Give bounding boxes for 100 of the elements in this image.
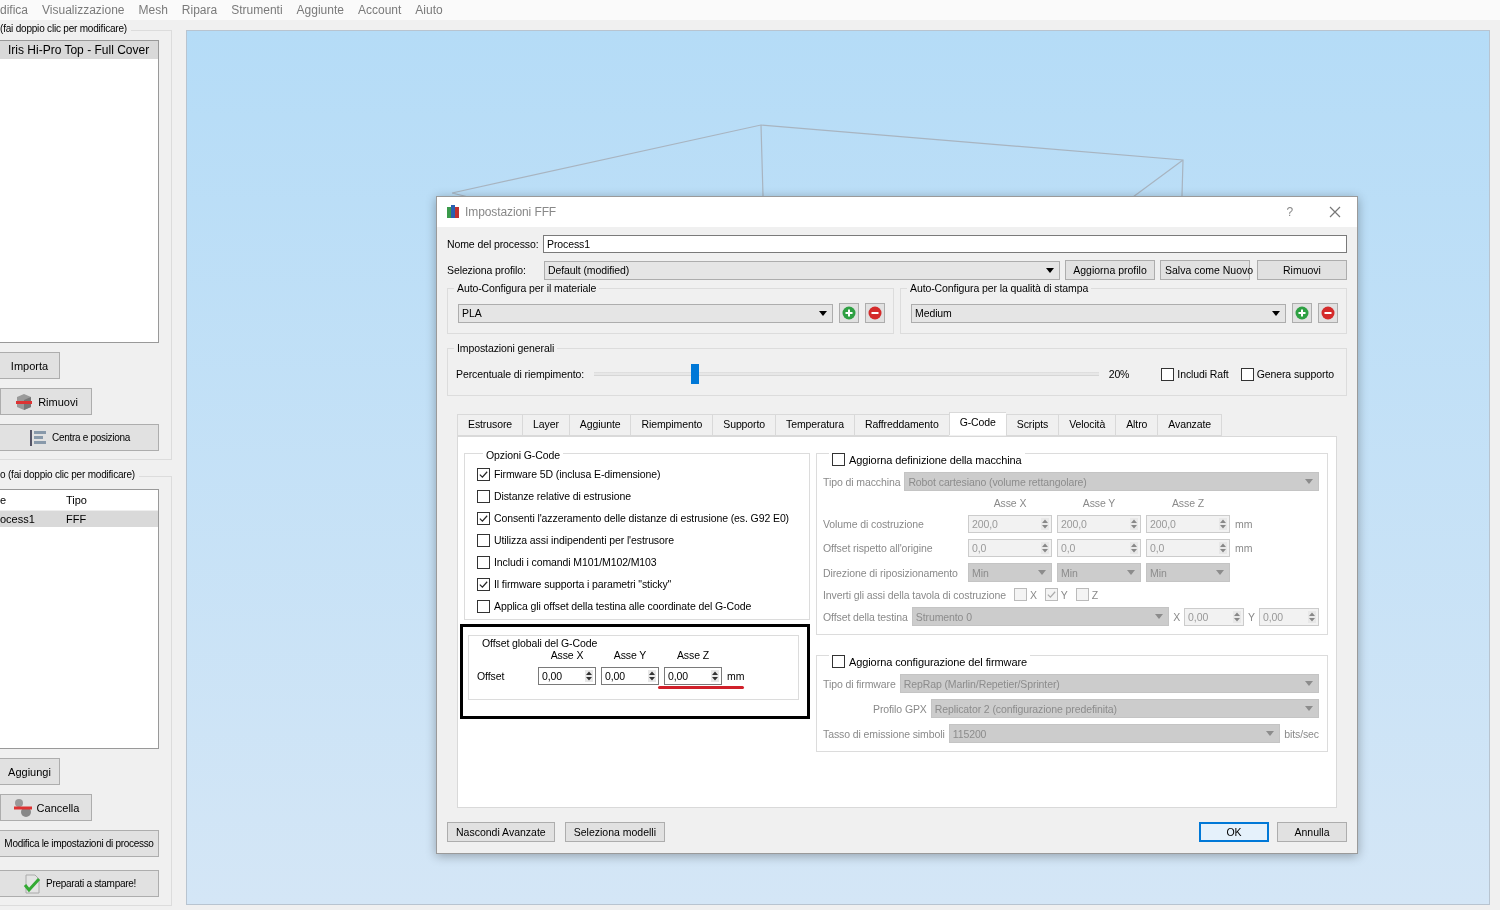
field-label: Direzione di riposizionamento <box>823 566 959 579</box>
list-item[interactable]: Iris Hi-Pro Top - Full Cover <box>0 41 158 59</box>
tab[interactable]: Layer <box>522 414 569 436</box>
checkbox[interactable] <box>832 655 845 668</box>
field-label: Offset <box>476 670 506 682</box>
close-icon[interactable] <box>1329 206 1341 218</box>
axis-label: Y <box>1248 610 1255 623</box>
menu-item[interactable]: Account <box>357 3 402 17</box>
tab[interactable]: Temperatura <box>775 414 854 436</box>
axis-label: Asse X <box>992 497 1028 509</box>
checkbox-label: Aggiorna definizione della macchina <box>849 453 1022 466</box>
group-title: Opzioni G-Code <box>483 449 563 461</box>
dropdown[interactable]: Medium <box>911 303 1286 323</box>
checkbox[interactable] <box>1161 367 1175 381</box>
checkbox[interactable] <box>477 577 490 591</box>
field-label: Seleziona profilo: <box>447 264 527 276</box>
panel-button[interactable]: Importa <box>0 352 60 379</box>
field-label: Volume di costruzione <box>823 518 925 530</box>
menu-item[interactable]: difica <box>0 3 28 17</box>
text-field[interactable]: Process1 <box>543 235 1347 253</box>
menu-item[interactable]: Mesh <box>138 3 168 17</box>
menu-item[interactable]: Aiuto <box>415 3 443 17</box>
spin-arrows-icon <box>1130 518 1138 530</box>
menu-item[interactable]: Strumenti <box>231 3 283 17</box>
axis-label: Asse Y <box>612 649 648 661</box>
checkbox-label: Distanze relative di estrusione <box>494 490 631 502</box>
column-header[interactable]: Tipo <box>66 494 87 506</box>
spin-field[interactable]: 0,00 <box>601 667 659 685</box>
checkbox-label: Y <box>1060 588 1068 601</box>
spin-arrows-icon <box>711 670 719 682</box>
checkbox-label: Includi i comandi M101/M102/M103 <box>494 556 657 568</box>
tab[interactable]: Supporto <box>712 414 776 436</box>
axis-label: Asse Y <box>1081 497 1117 509</box>
checkbox[interactable] <box>832 453 845 466</box>
window-title: Impostazioni FFF <box>465 205 558 219</box>
checkbox[interactable] <box>477 533 490 547</box>
spin-arrows-icon <box>1219 542 1227 554</box>
footer-button[interactable]: OK <box>1199 822 1269 842</box>
spin-arrows-icon <box>585 670 593 682</box>
caret-icon <box>1155 614 1164 619</box>
slider-thumb[interactable] <box>690 364 699 384</box>
app-logo-icon <box>447 205 459 219</box>
remove-button[interactable] <box>1318 303 1338 323</box>
group-title: Impostazioni generali <box>454 342 558 354</box>
menu-item[interactable]: Ripara <box>181 3 218 17</box>
checkbox-label: X <box>1029 588 1037 601</box>
slider-value: 20% <box>1108 368 1130 380</box>
panel-button[interactable]: Preparati a stampare! <box>0 870 159 897</box>
menu-item[interactable]: Visualizzazione <box>42 3 125 17</box>
checkbox[interactable] <box>477 599 490 613</box>
caret-icon <box>1216 570 1224 575</box>
unit-label: mm <box>1235 518 1254 530</box>
checkbox-label: Z <box>1091 588 1099 601</box>
footer-button[interactable]: Annulla <box>1277 822 1347 842</box>
axis-label: Asse Z <box>675 649 711 661</box>
panel-button[interactable]: Rimuovi <box>0 388 92 415</box>
tab[interactable]: Avanzate <box>1157 414 1223 436</box>
footer-button[interactable]: Nascondi Avanzate <box>447 822 555 842</box>
profile-button[interactable]: Aggiorna profilo <box>1065 260 1155 280</box>
tab[interactable]: Riempimento <box>630 414 713 436</box>
spin-arrows-icon <box>1233 610 1242 623</box>
panel-button[interactable]: Cancella <box>0 794 92 821</box>
field-label: Nome del processo: <box>447 238 539 250</box>
field-label: Inverti gli assi della tavola di costruzione <box>823 588 1006 601</box>
tab[interactable]: Aggiunte <box>568 414 631 436</box>
checkbox[interactable] <box>477 511 490 525</box>
spin-arrows-icon <box>1041 542 1049 554</box>
tab[interactable]: Altro <box>1115 414 1158 436</box>
spin-arrows-icon <box>1219 518 1227 530</box>
tab[interactable]: Velocità <box>1058 414 1116 436</box>
footer-button[interactable]: Seleziona modelli <box>564 822 665 842</box>
spin-field[interactable]: 0,00 <box>664 667 722 685</box>
tab[interactable]: G-Code <box>948 412 1006 435</box>
checkbox[interactable] <box>1075 588 1089 601</box>
group-title: (fai doppio clic per modificare) <box>0 23 131 34</box>
table-row[interactable]: ocess1 FFF <box>0 511 158 527</box>
checkbox[interactable] <box>477 489 490 503</box>
remove-button[interactable] <box>865 303 885 323</box>
panel-button[interactable]: Aggiungi <box>0 758 60 785</box>
spin-field[interactable]: 0,00 <box>538 667 596 685</box>
unit-label: bits/sec <box>1284 727 1319 740</box>
help-button[interactable]: ? <box>1286 205 1293 219</box>
checkbox[interactable] <box>477 555 490 569</box>
menu-item[interactable]: Aggiunte <box>296 3 344 17</box>
checkbox[interactable] <box>1044 588 1058 601</box>
checkbox[interactable] <box>1240 367 1254 381</box>
checkbox[interactable] <box>1013 588 1027 601</box>
checkbox[interactable] <box>477 467 490 481</box>
panel-button[interactable]: Modifica le impostazioni di processo <box>0 830 159 857</box>
dropdown[interactable]: PLA <box>458 303 833 323</box>
dropdown[interactable]: Default (modified) <box>544 260 1060 280</box>
profile-button[interactable]: Rimuovi <box>1257 260 1347 280</box>
tab[interactable]: Raffreddamento <box>853 414 949 436</box>
panel-button[interactable]: Centra e posiziona <box>0 424 159 451</box>
spin-arrows-icon <box>1130 542 1138 554</box>
column-header[interactable]: e <box>0 494 66 506</box>
add-button[interactable] <box>839 303 859 323</box>
tab[interactable]: Scripts <box>1005 414 1059 436</box>
add-button[interactable] <box>1292 303 1312 323</box>
tab[interactable]: Estrusore <box>457 414 523 436</box>
